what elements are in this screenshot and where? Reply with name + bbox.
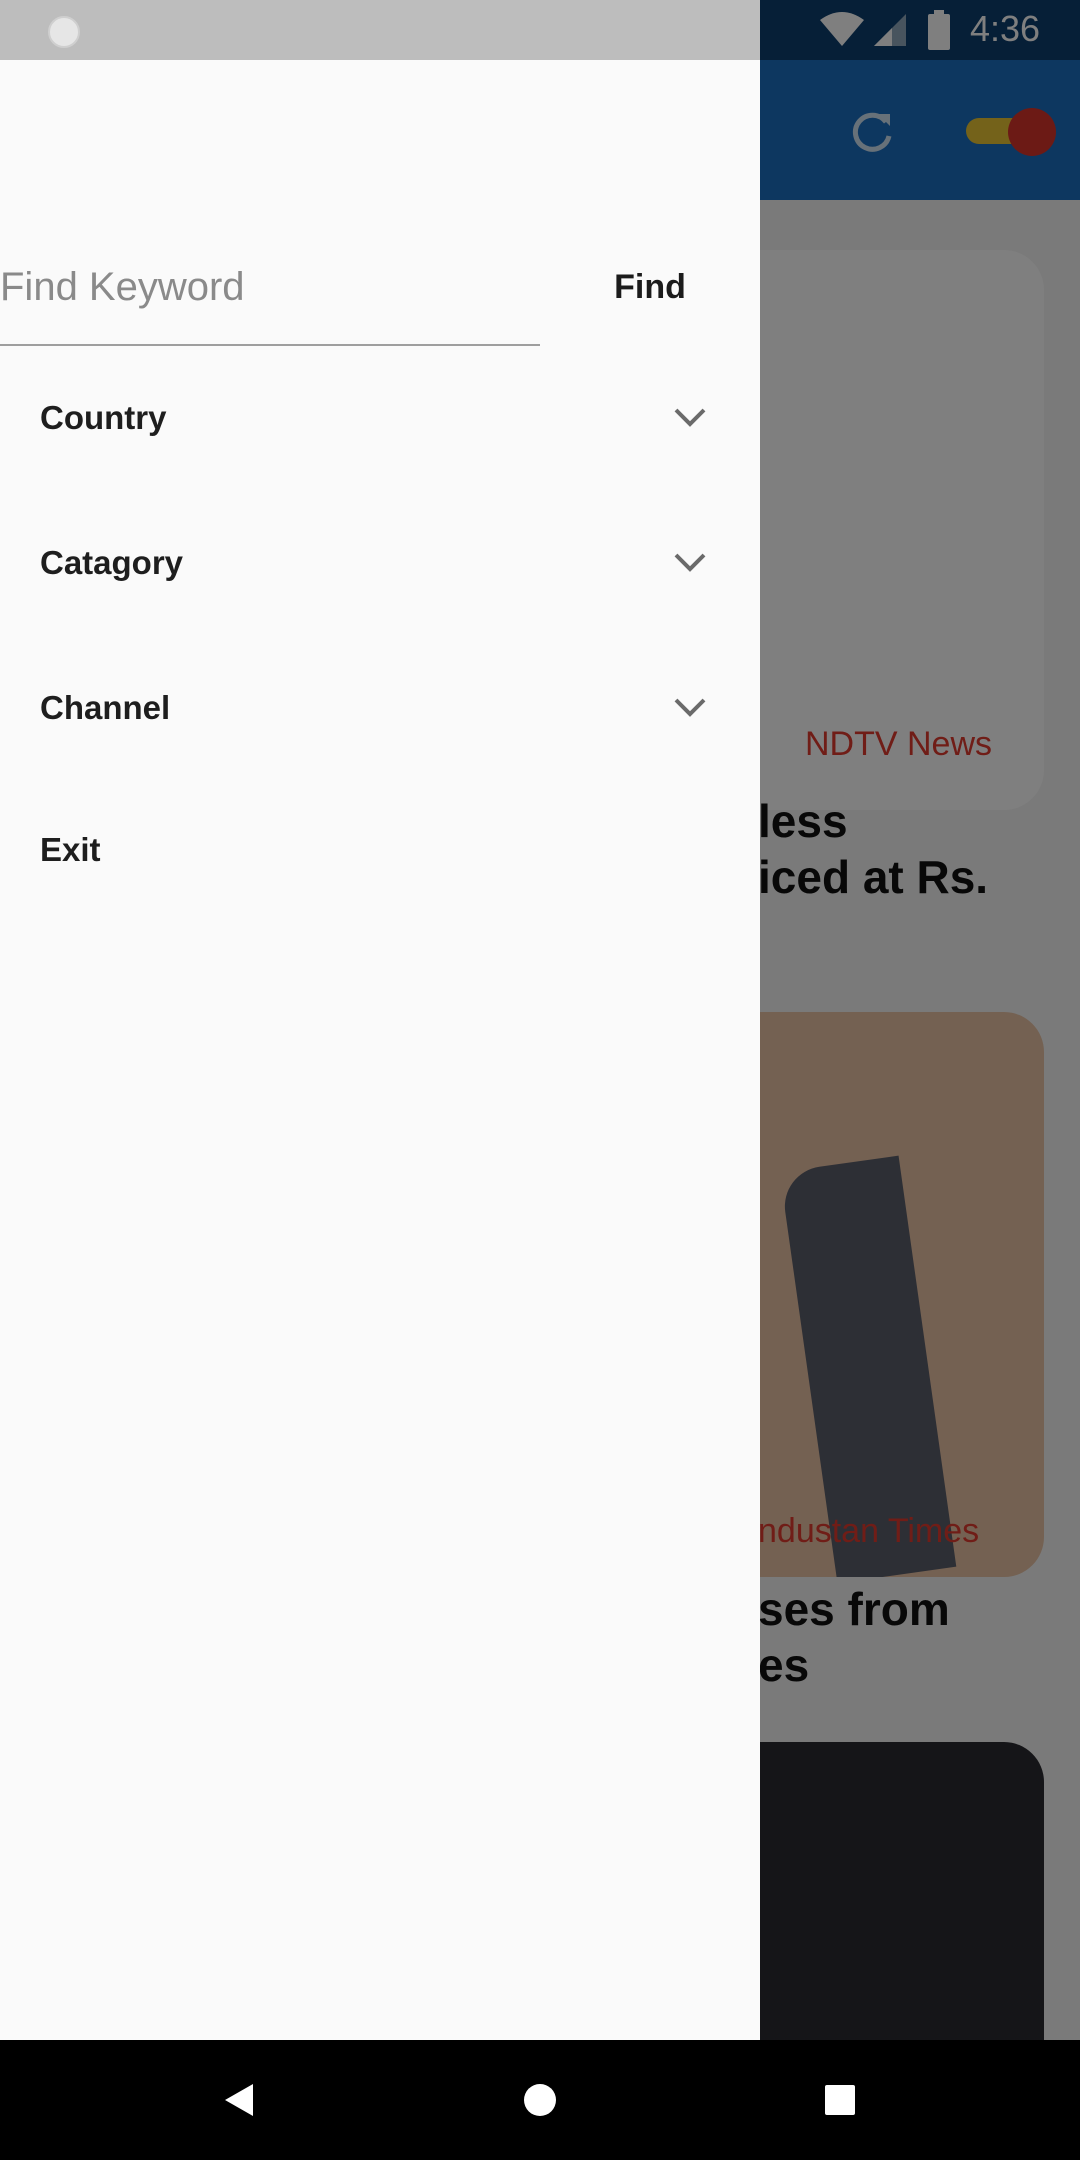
notification-icon bbox=[48, 16, 80, 48]
menu-item-label: Country bbox=[40, 399, 167, 436]
home-icon bbox=[524, 2084, 556, 2116]
menu-item-label: Exit bbox=[40, 831, 101, 868]
home-button[interactable] bbox=[510, 2070, 570, 2130]
menu-item-country[interactable]: Country bbox=[0, 358, 760, 478]
system-navigation-bar bbox=[0, 2040, 1080, 2160]
recents-icon bbox=[825, 2085, 855, 2115]
chevron-down-icon bbox=[672, 690, 708, 726]
search-row: Find bbox=[0, 230, 760, 346]
drawer-status-area bbox=[0, 0, 760, 60]
menu-item-label: Channel bbox=[40, 689, 171, 726]
chevron-down-icon bbox=[672, 400, 708, 436]
search-input[interactable] bbox=[0, 230, 540, 346]
menu-item-label: Catagory bbox=[40, 544, 184, 581]
chevron-down-icon bbox=[672, 545, 708, 581]
find-button[interactable]: Find bbox=[600, 252, 700, 322]
menu-item-exit[interactable]: Exit bbox=[0, 790, 760, 910]
recents-button[interactable] bbox=[810, 2070, 870, 2130]
navigation-drawer: Find Country Catagory Channel Exit bbox=[0, 0, 760, 2040]
back-button[interactable] bbox=[210, 2070, 270, 2130]
menu-item-category[interactable]: Catagory bbox=[0, 503, 760, 623]
back-icon bbox=[225, 2084, 253, 2116]
menu-item-channel[interactable]: Channel bbox=[0, 648, 760, 768]
